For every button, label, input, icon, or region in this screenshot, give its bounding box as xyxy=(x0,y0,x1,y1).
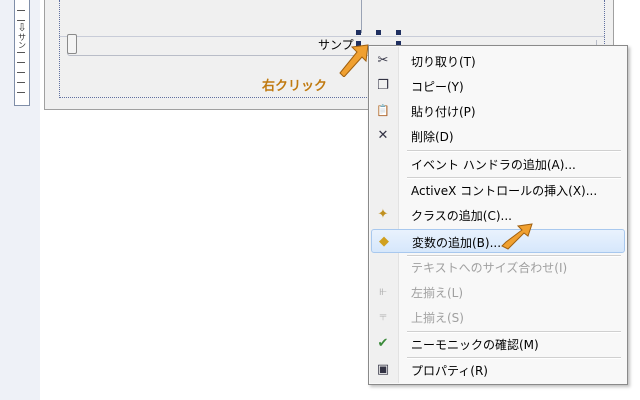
menu-item-paste[interactable]: 📋 貼り付け(P) xyxy=(371,99,625,123)
delete-icon: ✕ xyxy=(377,128,389,143)
context-menu: ✂ 切り取り(T) ❐ コピー(Y) 📋 貼り付け(P) ✕ 削除(D) イベン… xyxy=(368,45,628,385)
menu-item-label: テキストへのサイズ合わせ(I) xyxy=(411,261,568,275)
menu-item-align-top[interactable]: ⫧ 上揃え(S) xyxy=(371,305,625,329)
ruler-arrow-icon: ⇩ xyxy=(17,21,27,34)
menu-item-properties[interactable]: ▣ プロパティ(R) xyxy=(371,358,625,382)
align-top-icon: ⫧ xyxy=(379,309,387,324)
menu-item-label: イベント ハンドラの追加(A)... xyxy=(411,158,576,172)
menu-item-align-left[interactable]: ⫦ 左揃え(L) xyxy=(371,280,625,304)
ruler-tick xyxy=(17,52,25,53)
scissors-icon: ✂ xyxy=(377,53,389,68)
slider-thumb[interactable] xyxy=(67,34,77,54)
ruler-tick xyxy=(17,82,25,83)
annotation-arrow-icon xyxy=(339,44,369,77)
align-left-icon: ⫦ xyxy=(379,284,387,299)
menu-item-label: クラスの追加(C)... xyxy=(411,209,512,223)
annotation-arrow-icon xyxy=(501,223,533,250)
menu-item-label: 切り取り(T) xyxy=(411,55,476,69)
menu-item-insert-activex[interactable]: ActiveX コントロールの挿入(X)... xyxy=(371,178,625,202)
menu-item-size-to-content[interactable]: テキストへのサイズ合わせ(I) xyxy=(371,255,625,279)
selection-handle[interactable] xyxy=(356,30,361,35)
menu-item-add-class[interactable]: ✦ クラスの追加(C)... xyxy=(371,203,625,227)
add-class-icon: ✦ xyxy=(377,207,389,222)
menu-item-label: 削除(D) xyxy=(411,130,454,144)
paste-icon: 📋 xyxy=(376,104,390,117)
check-mnemonic-icon: ✔ xyxy=(377,336,389,351)
menu-item-add-event-handler[interactable]: イベント ハンドラの追加(A)... xyxy=(371,152,625,176)
vertical-ruler: ⇩ サン xyxy=(14,0,30,106)
control-divider xyxy=(361,0,362,33)
menu-item-label: 貼り付け(P) xyxy=(411,105,476,119)
menu-item-label: 上揃え(S) xyxy=(411,311,464,325)
ruler-text: サン xyxy=(18,33,26,50)
add-variable-icon: ◆ xyxy=(379,234,389,249)
ruler-tick xyxy=(17,92,25,93)
menu-item-cut[interactable]: ✂ 切り取り(T) xyxy=(371,49,625,73)
menu-item-copy[interactable]: ❐ コピー(Y) xyxy=(371,74,625,98)
copy-icon: ❐ xyxy=(377,78,389,93)
menu-item-label: ニーモニックの確認(M) xyxy=(411,338,539,352)
menu-item-label: ActiveX コントロールの挿入(X)... xyxy=(411,184,598,198)
menu-item-label: プロパティ(R) xyxy=(411,364,488,378)
ruler-tick xyxy=(17,72,25,73)
left-panel-strip: ⇩ サン xyxy=(0,0,40,400)
selection-handle[interactable] xyxy=(396,30,401,35)
properties-icon: ▣ xyxy=(376,362,390,377)
menu-item-add-variable[interactable]: ◆ 変数の追加(B)... xyxy=(371,229,625,253)
selection-handle[interactable] xyxy=(376,30,381,35)
right-click-annotation: 右クリック xyxy=(262,79,328,94)
menu-item-label: 左揃え(L) xyxy=(411,286,464,300)
ruler-tick xyxy=(17,62,25,63)
ruler-tick xyxy=(17,10,25,11)
menu-item-check-mnemonics[interactable]: ✔ ニーモニックの確認(M) xyxy=(371,332,625,356)
menu-item-label: 変数の追加(B)... xyxy=(412,236,502,250)
menu-item-label: コピー(Y) xyxy=(411,80,464,94)
menu-item-delete[interactable]: ✕ 削除(D) xyxy=(371,124,625,148)
